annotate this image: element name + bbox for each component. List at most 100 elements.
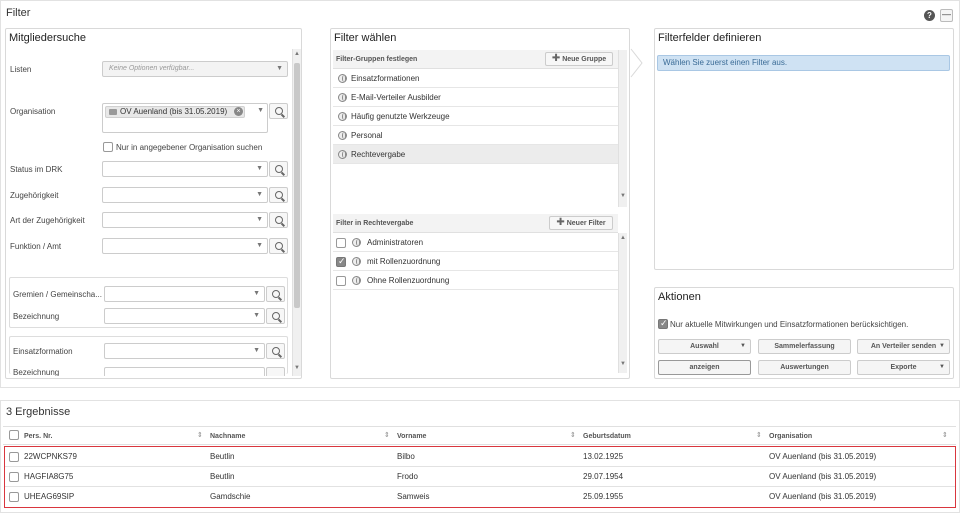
sort-icon[interactable]: ⇕ (942, 431, 948, 439)
einsatzformation-search-button[interactable] (266, 343, 285, 359)
chevron-down-icon: ▼ (740, 343, 746, 349)
listen-placeholder: Keine Optionen verfügbar... (109, 65, 195, 72)
column-header[interactable]: Nachname (210, 433, 245, 440)
filters-scrollbar[interactable]: ▲ ▼ (618, 233, 627, 373)
help-icon[interactable]: ? (924, 10, 935, 21)
scroll-down-icon[interactable]: ▼ (620, 361, 626, 367)
bezeichnung1-label: Bezeichnung (13, 312, 60, 321)
filter-group-item[interactable]: E-Mail-Verteiler Ausbilder (333, 88, 618, 107)
chevron-down-icon: ▼ (256, 165, 263, 172)
chevron-down-icon: ▼ (253, 290, 260, 297)
sort-icon[interactable]: ⇕ (756, 431, 762, 439)
filter-checkbox[interactable] (336, 256, 346, 267)
verteiler-button[interactable]: An Verteiler senden ▼ (857, 339, 950, 354)
funktion-select[interactable]: ▼ (102, 238, 268, 254)
filter-group-label: Rechtevergabe (351, 150, 406, 159)
filter-list: Administratoren mit Rollenzuordnung Ohne R… (333, 233, 618, 290)
chevron-down-icon: ▼ (253, 312, 260, 319)
search-icon (275, 107, 283, 115)
group-list: Einsatzformationen E-Mail-Verteiler Ausbi… (333, 69, 618, 164)
filter-waehlen-heading: Filter wählen (334, 32, 397, 44)
art-select[interactable]: ▼ (102, 212, 268, 228)
filter-title: Filter (6, 7, 31, 19)
anzeigen-button[interactable]: anzeigen (658, 360, 751, 375)
nur-org-checkbox[interactable] (103, 142, 113, 152)
bezeichnung1-select[interactable]: ▼ (104, 308, 265, 324)
filter-item[interactable]: mit Rollenzuordnung (333, 252, 618, 271)
globe-icon (338, 131, 347, 140)
search-icon (272, 312, 280, 320)
filter-group-item[interactable]: Personal (333, 126, 618, 145)
bezeichnung2-label: Bezeichnung (13, 368, 60, 376)
new-group-button[interactable]: ✚ Neue Gruppe (545, 52, 613, 66)
filter-checkbox[interactable] (336, 276, 346, 286)
gremien-select[interactable]: ▼ (104, 286, 265, 302)
column-header[interactable]: Vorname (397, 433, 426, 440)
groups-scrollbar[interactable]: ▼ (618, 50, 627, 207)
chevron-down-icon: ▼ (257, 107, 264, 114)
mitgliedersuche-scrollbar[interactable]: ▲ ▼ (292, 49, 301, 376)
funktion-search-button[interactable] (269, 238, 288, 254)
organisation-search-button[interactable] (269, 103, 288, 119)
gremien-search-button[interactable] (266, 286, 285, 302)
zugehoerigkeit-select[interactable]: ▼ (102, 187, 268, 203)
scroll-up-icon[interactable]: ▲ (620, 235, 626, 241)
filter-group-item[interactable]: Häufig genutzte Werkzeuge (333, 107, 618, 126)
bezeichnung2-search-button[interactable] (266, 367, 285, 376)
groups-header-label: Filter-Gruppen festlegen (336, 56, 418, 63)
globe-icon (352, 238, 361, 247)
chevron-down-icon: ▼ (939, 343, 945, 349)
nur-org-label: Nur in angegebener Organisation suchen (116, 143, 263, 152)
filter-item[interactable]: Administratoren (333, 233, 618, 252)
scroll-thumb[interactable] (294, 63, 300, 308)
art-search-button[interactable] (269, 212, 288, 228)
remove-tag-icon[interactable]: × (234, 107, 243, 116)
filter-group-item[interactable]: Einsatzformationen (333, 69, 618, 88)
auswertungen-button[interactable]: Auswertungen (758, 360, 851, 375)
einsatzformation-label: Einsatzformation (13, 347, 73, 356)
chevron-down-icon: ▼ (253, 347, 260, 354)
bezeichnung2-select[interactable] (104, 367, 265, 376)
search-icon (275, 165, 283, 173)
column-header[interactable]: Geburtsdatum (583, 433, 631, 440)
aktuelle-label: Nur aktuelle Mitwirkungen und Einsatzfor… (670, 320, 909, 329)
filter-item[interactable]: Ohne Rollenzuordnung (333, 271, 618, 290)
sort-icon[interactable]: ⇕ (197, 431, 203, 439)
sort-icon[interactable]: ⇕ (570, 431, 576, 439)
filter-group-label: Personal (351, 131, 383, 140)
filterfelder-heading: Filterfelder definieren (658, 32, 762, 44)
search-icon (275, 216, 283, 224)
aktuelle-checkbox[interactable] (658, 318, 668, 329)
column-header[interactable]: Pers. Nr. (24, 433, 52, 440)
zugehoerigkeit-search-button[interactable] (269, 187, 288, 203)
organisation-tag: OV Auenland (bis 31.05.2019) (105, 106, 245, 118)
scroll-down-icon[interactable]: ▼ (620, 193, 626, 199)
globe-icon (338, 93, 347, 102)
scroll-up-icon[interactable]: ▲ (294, 51, 300, 57)
minimize-icon[interactable]: — (940, 9, 953, 22)
filter-group-label: Einsatzformationen (351, 74, 420, 83)
einsatzformation-select[interactable]: ▼ (104, 343, 265, 359)
listen-label: Listen (10, 65, 32, 74)
aktionen-heading: Aktionen (658, 291, 701, 303)
bezeichnung1-search-button[interactable] (266, 308, 285, 324)
auswahl-label: Auswahl (690, 343, 719, 350)
plus-icon: ✚ (556, 217, 565, 228)
column-header[interactable]: Organisation (769, 433, 812, 440)
status-search-button[interactable] (269, 161, 288, 177)
organisation-select[interactable]: OV Auenland (bis 31.05.2019) × ▼ (102, 103, 268, 133)
panel-arrow-icon (630, 48, 643, 78)
new-filter-label: Neuer Filter (566, 220, 606, 227)
auswahl-button[interactable]: Auswahl ▼ (658, 339, 751, 354)
filter-label: Ohne Rollenzuordnung (367, 276, 450, 285)
filter-checkbox[interactable] (336, 238, 346, 248)
listen-select[interactable]: Keine Optionen verfügbar... ▼ (102, 61, 288, 77)
filter-group-item[interactable]: Rechtevergabe (333, 145, 618, 164)
status-select[interactable]: ▼ (102, 161, 268, 177)
search-icon (272, 290, 280, 298)
sammelerfassung-button[interactable]: Sammelerfassung (758, 339, 851, 354)
exporte-button[interactable]: Exporte ▼ (857, 360, 950, 375)
sort-icon[interactable]: ⇕ (384, 431, 390, 439)
new-filter-button[interactable]: ✚ Neuer Filter (549, 216, 613, 230)
scroll-down-icon[interactable]: ▼ (294, 365, 300, 371)
